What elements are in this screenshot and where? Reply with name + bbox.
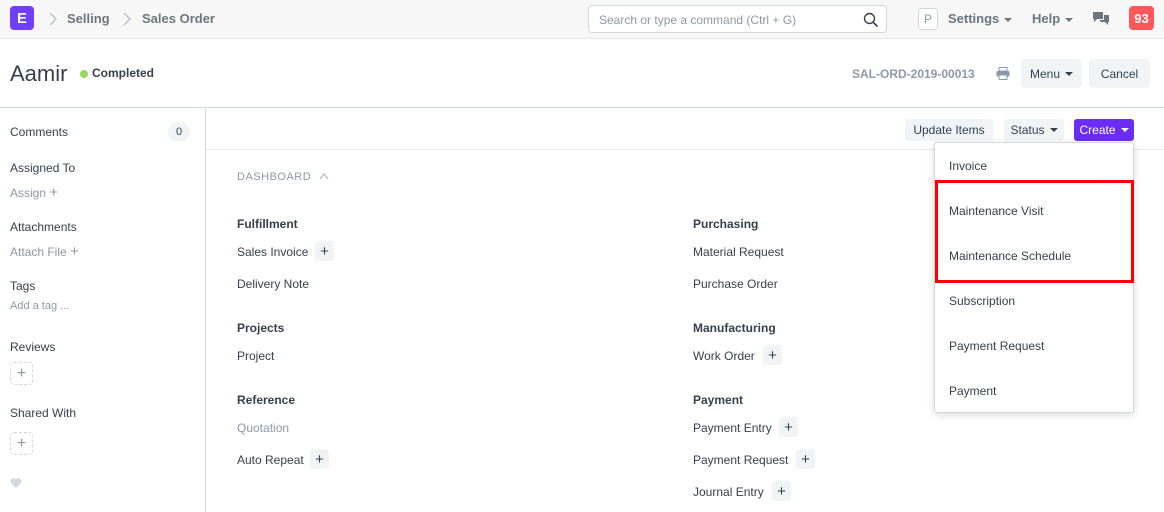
caret-down-icon bbox=[1120, 128, 1129, 132]
group-title-reference: Reference bbox=[237, 393, 296, 407]
add-share-button[interactable]: + bbox=[10, 432, 33, 455]
add-journal-entry-button[interactable]: + bbox=[772, 481, 791, 501]
attach-file-link[interactable]: Attach File + bbox=[10, 243, 79, 260]
assign-link[interactable]: Assign + bbox=[10, 184, 58, 201]
document-name: SAL-ORD-2019-00013 bbox=[852, 67, 975, 81]
create-button[interactable]: Create bbox=[1074, 119, 1134, 141]
add-work-order-button[interactable]: + bbox=[763, 345, 782, 365]
menu-item-payment[interactable]: Payment bbox=[949, 384, 996, 398]
plus-icon: + bbox=[320, 242, 329, 260]
add-sales-invoice-button[interactable]: + bbox=[315, 241, 334, 261]
status-button-label: Status bbox=[1010, 123, 1045, 137]
menu-item-payment-request[interactable]: Payment Request bbox=[949, 339, 1044, 353]
tags-label: Tags bbox=[10, 279, 36, 293]
chat-icon[interactable] bbox=[1092, 10, 1110, 26]
menu-button[interactable]: Menu bbox=[1021, 59, 1082, 88]
create-button-label: Create bbox=[1079, 123, 1116, 137]
link-project[interactable]: Project bbox=[237, 349, 274, 363]
plus-icon: + bbox=[801, 450, 810, 468]
comments-count-badge: 0 bbox=[168, 122, 190, 142]
link-delivery-note[interactable]: Delivery Note bbox=[237, 277, 309, 291]
status-badge: Completed bbox=[92, 66, 155, 80]
link-quotation[interactable]: Quotation bbox=[237, 421, 289, 435]
plus-icon: + bbox=[16, 434, 27, 452]
plus-icon: + bbox=[49, 184, 59, 201]
highlight-box bbox=[935, 180, 1134, 283]
group-title-purchasing: Purchasing bbox=[693, 217, 759, 231]
plus-icon: + bbox=[777, 482, 786, 500]
menu-item-invoice[interactable]: Invoice bbox=[949, 159, 987, 173]
status-indicator-dot bbox=[80, 70, 88, 78]
caret-down-icon bbox=[1004, 17, 1013, 22]
search-input[interactable]: Search or type a command (Ctrl + G) bbox=[588, 5, 887, 33]
caret-down-icon bbox=[1065, 17, 1074, 22]
status-button[interactable]: Status bbox=[1004, 119, 1064, 141]
search-placeholder: Search or type a command (Ctrl + G) bbox=[599, 13, 797, 27]
dashboard-heading[interactable]: DASHBOARD bbox=[237, 171, 311, 183]
shared-with-label: Shared With bbox=[10, 406, 77, 420]
group-title-fulfillment: Fulfillment bbox=[237, 217, 298, 231]
update-items-button[interactable]: Update Items bbox=[905, 119, 993, 141]
help-label: Help bbox=[1032, 11, 1061, 26]
link-material-request[interactable]: Material Request bbox=[693, 245, 784, 259]
link-work-order[interactable]: Work Order bbox=[693, 349, 755, 363]
plus-icon: + bbox=[16, 364, 27, 382]
plus-icon: + bbox=[315, 450, 324, 468]
menu-button-label: Menu bbox=[1029, 66, 1061, 81]
group-title-manufacturing: Manufacturing bbox=[693, 321, 776, 335]
group-title-projects: Projects bbox=[237, 321, 285, 335]
link-journal-entry[interactable]: Journal Entry bbox=[693, 485, 764, 499]
heart-icon[interactable] bbox=[10, 477, 22, 489]
app-logo[interactable]: E bbox=[10, 6, 34, 30]
help-dropdown[interactable]: Help bbox=[1032, 11, 1074, 26]
user-avatar[interactable]: P bbox=[918, 8, 938, 30]
reviews-label: Reviews bbox=[10, 340, 56, 354]
link-purchase-order[interactable]: Purchase Order bbox=[693, 277, 778, 291]
link-payment-request[interactable]: Payment Request bbox=[693, 453, 788, 467]
add-tag-input[interactable]: Add a tag ... bbox=[10, 300, 69, 312]
add-review-button[interactable]: + bbox=[10, 362, 33, 385]
plus-icon: + bbox=[784, 418, 793, 436]
plus-icon: + bbox=[768, 346, 777, 364]
breadcrumb-sales-order[interactable]: Sales Order bbox=[142, 11, 215, 26]
form-sidebar: Comments 0 Assigned To Assign + Attachme… bbox=[0, 109, 205, 512]
page-head: Aamir Completed SAL-ORD-2019-00013 Menu … bbox=[0, 40, 1164, 108]
link-auto-repeat[interactable]: Auto Repeat bbox=[237, 453, 304, 467]
link-sales-invoice[interactable]: Sales Invoice bbox=[237, 245, 308, 259]
page-title: Aamir bbox=[10, 61, 68, 86]
group-title-payment: Payment bbox=[693, 393, 744, 407]
assign-label: Assign bbox=[10, 186, 47, 200]
print-icon[interactable] bbox=[996, 67, 1010, 80]
add-auto-repeat-button[interactable]: + bbox=[310, 449, 329, 469]
search-icon bbox=[863, 12, 879, 28]
settings-dropdown[interactable]: Settings bbox=[948, 11, 1013, 26]
chevron-right-icon bbox=[123, 12, 132, 26]
caret-down-icon bbox=[1065, 71, 1074, 76]
menu-item-subscription[interactable]: Subscription bbox=[949, 294, 1015, 308]
cancel-button[interactable]: Cancel bbox=[1089, 59, 1150, 88]
settings-label: Settings bbox=[948, 11, 1000, 26]
link-payment-entry[interactable]: Payment Entry bbox=[693, 421, 772, 435]
notification-badge[interactable]: 93 bbox=[1129, 6, 1154, 30]
caret-down-icon bbox=[1049, 128, 1058, 132]
attachments-label: Attachments bbox=[10, 220, 77, 234]
plus-icon: + bbox=[70, 243, 79, 260]
add-payment-entry-button[interactable]: + bbox=[779, 417, 798, 437]
comments-label[interactable]: Comments bbox=[10, 125, 68, 139]
attach-file-label: Attach File bbox=[10, 245, 67, 259]
add-payment-request-button[interactable]: + bbox=[796, 449, 815, 469]
assigned-to-label: Assigned To bbox=[10, 161, 76, 175]
navbar: E Selling Sales Order Search or type a c… bbox=[0, 0, 1164, 39]
breadcrumb-selling[interactable]: Selling bbox=[67, 11, 110, 26]
chevron-right-icon bbox=[49, 12, 58, 26]
chevron-up-icon[interactable] bbox=[319, 172, 329, 180]
